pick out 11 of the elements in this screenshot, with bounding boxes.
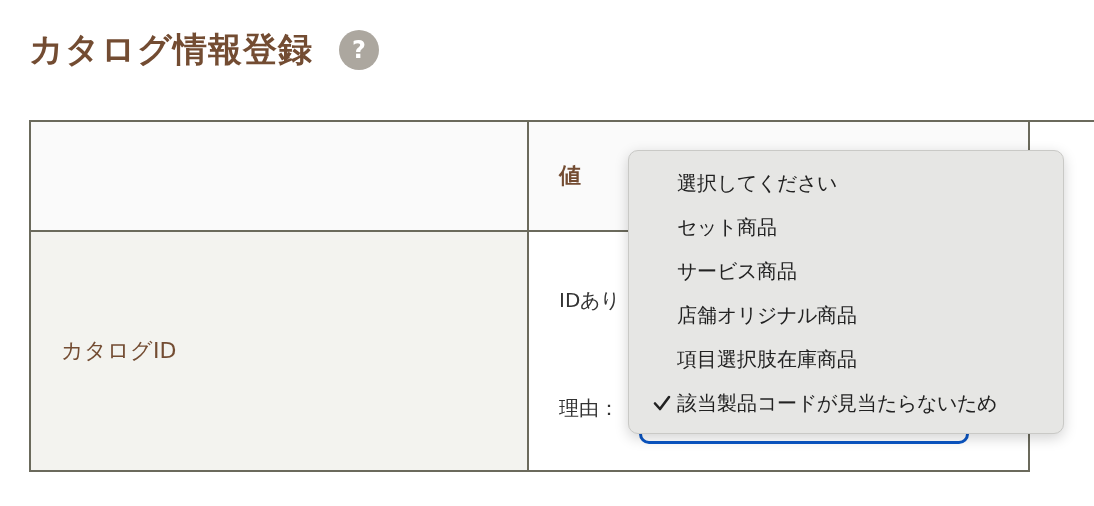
dropdown-option[interactable]: 店舗オリジナル商品 (677, 301, 857, 329)
dropdown-option[interactable]: 項目選択肢在庫商品 (677, 345, 857, 373)
reason-label: 理由： (559, 394, 619, 422)
page-title: カタログ情報登録 (29, 28, 313, 71)
dropdown-option[interactable]: 選択してください (677, 169, 837, 197)
dropdown-option[interactable]: セット商品 (677, 213, 777, 241)
column-header: 値 (559, 162, 581, 190)
row-label: カタログID (61, 337, 177, 365)
dropdown-option[interactable]: サービス商品 (677, 257, 797, 285)
dropdown-option[interactable]: 該当製品コードが見当たらないため (677, 389, 997, 417)
id-status-text: IDあり (559, 287, 622, 314)
